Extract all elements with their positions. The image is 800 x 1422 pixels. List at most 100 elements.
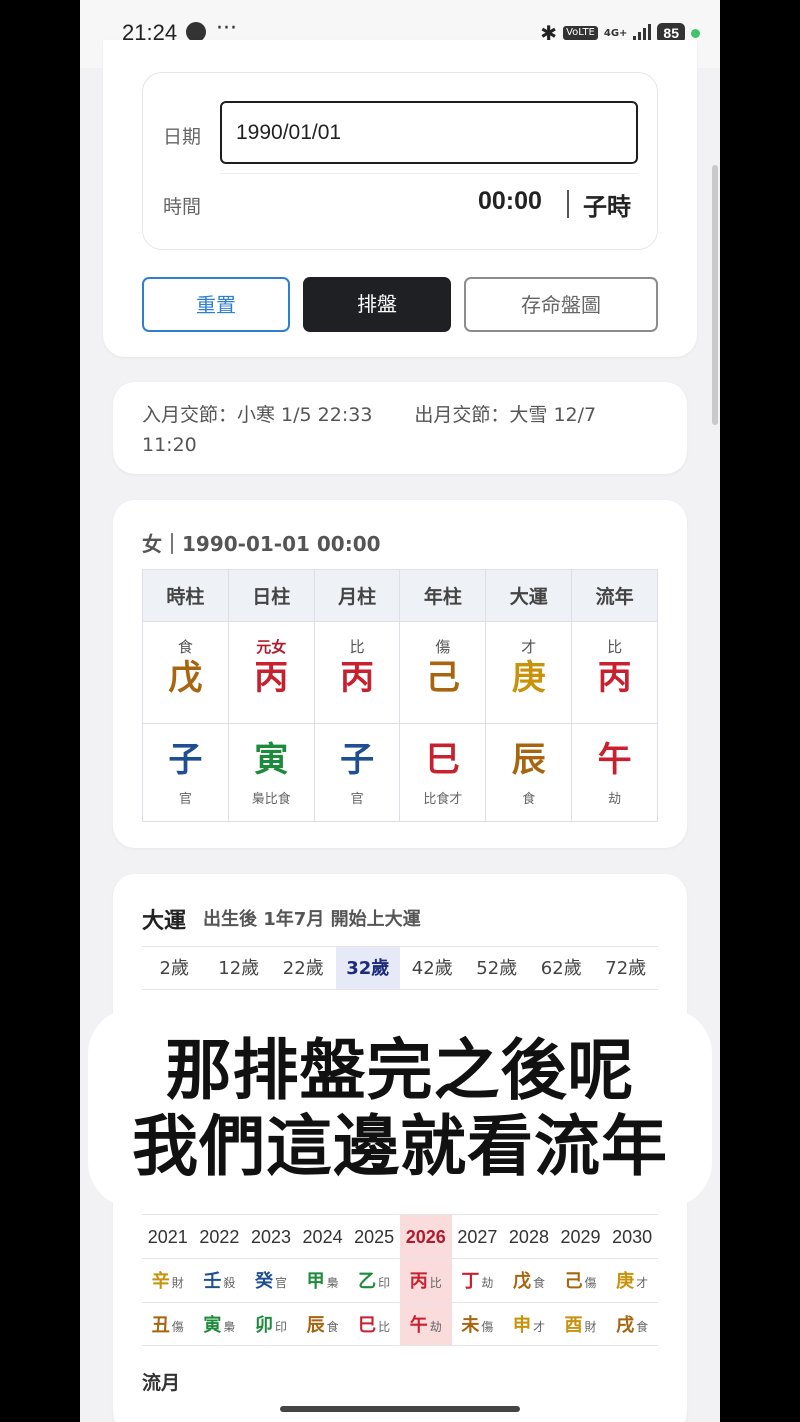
scrollbar[interactable] (712, 165, 718, 425)
year-cell[interactable]: 2029 (555, 1215, 607, 1258)
chart-header: 女｜1990-01-01 00:00 (142, 532, 381, 556)
year-cell[interactable]: 2024 (297, 1215, 349, 1258)
hidden-stems: 食 (522, 792, 536, 807)
year-branch-cell-current: 午劫 (399, 1303, 452, 1345)
reset-button[interactable]: 重置 (142, 277, 290, 332)
stem-cell: 食戊 (142, 621, 229, 724)
column-header: 大運 (485, 569, 573, 622)
liuyue-title: 流月 (142, 1372, 181, 1394)
earthly-branch: 子 (168, 740, 203, 780)
earthly-branch: 辰 (511, 740, 546, 780)
volte-icon: VoLTE (563, 26, 598, 40)
column-header: 流年 (571, 569, 658, 622)
year-stem-cell: 丁劫 (461, 1271, 494, 1291)
heavenly-stem: 己 (425, 658, 460, 698)
year-cell[interactable]: 2025 (348, 1215, 400, 1258)
column-header: 日柱 (227, 569, 315, 622)
day-master-label: 元女 (256, 638, 287, 656)
time-label: 時間 (163, 196, 202, 218)
branch-cell: 巳比食才 (399, 723, 487, 822)
year-stem-cell: 乙印 (358, 1271, 391, 1291)
liunian-table: 2021 2022 2023 2024 2025 2026 2027 2028 … (142, 1214, 658, 1346)
hidden-stems: 比食才 (423, 792, 463, 807)
hidden-stems: 官 (350, 792, 364, 807)
age-tab[interactable]: 62歲 (529, 947, 594, 989)
heavenly-stem: 庚 (511, 658, 546, 698)
home-indicator[interactable] (280, 1406, 520, 1412)
branch-cell: 寅梟比食 (227, 723, 315, 822)
year-stem-row: 辛財 壬殺 癸官 甲梟 乙印 丙比 丁劫 戊食 己傷 庚才 (142, 1258, 658, 1302)
year-cell[interactable]: 2027 (452, 1215, 504, 1258)
earthly-branch: 寅 (254, 740, 289, 780)
dayun-title: 大運 (142, 909, 187, 934)
column-header: 年柱 (399, 569, 487, 622)
branch-cell: 辰食 (485, 723, 573, 822)
year-branch-cell: 未傷 (461, 1315, 494, 1335)
year-stem-cell: 戊食 (512, 1271, 545, 1291)
heavenly-stem: 丙 (340, 658, 375, 698)
video-caption: 那排盤完之後呢 我們這邊就看流年 (88, 1033, 712, 1185)
dayun-age-tabs: 2歲 12歲 22歲 32歲 42歲 52歲 62歲 72歲 (142, 946, 658, 990)
hidden-stems: 劫 (608, 792, 622, 807)
caption-line: 我們這邊就看流年 (132, 1108, 668, 1185)
time-hour-value[interactable]: 子時 (583, 187, 631, 222)
stem-cell: 比丙 (571, 621, 658, 724)
year-stem-cell: 癸官 (254, 1271, 287, 1291)
time-value[interactable]: 00:00 (478, 187, 542, 216)
heavenly-stem: 戊 (168, 658, 203, 698)
privacy-indicator-icon (691, 28, 700, 38)
bazi-table: 時柱 日柱 月柱 年柱 大運 流年 食戊 元女丙 比丙 傷己 才庚 比丙 子官 … (142, 569, 658, 822)
branch-cell: 子官 (313, 723, 401, 822)
age-tab[interactable]: 72歲 (594, 947, 659, 989)
earthly-branch: 巳 (425, 740, 460, 780)
year-stem-cell: 辛財 (151, 1271, 184, 1291)
branch-cell: 子官 (142, 723, 229, 822)
age-tab[interactable]: 52歲 (465, 947, 530, 989)
year-stem-cell: 壬殺 (203, 1271, 236, 1291)
save-chart-button[interactable]: 存命盤圖 (464, 277, 658, 332)
dayun-subtitle: 出生後 1年7月 開始上大運 (203, 909, 421, 930)
year-branch-cell: 卯印 (254, 1315, 287, 1335)
age-tab[interactable]: 22歲 (271, 947, 336, 989)
jieqi-info: 入月交節：小寒 1/5 22:33 出月交節：大雪 12/7 11:20 (142, 400, 642, 460)
clock-icon (186, 22, 206, 42)
year-cell[interactable]: 2021 (142, 1215, 194, 1258)
age-tab[interactable]: 12歲 (207, 947, 272, 989)
year-branch-cell: 戌食 (616, 1315, 649, 1335)
column-header: 時柱 (142, 569, 229, 622)
heavenly-stem: 丙 (597, 658, 632, 698)
ten-god: 食 (177, 638, 193, 656)
ten-god: 傷 (435, 638, 451, 656)
age-tab-selected[interactable]: 32歲 (335, 947, 400, 989)
year-stem-cell: 庚才 (616, 1271, 649, 1291)
year-cell-current[interactable]: 2026 (399, 1215, 452, 1258)
enter-jieqi: 入月交節：小寒 1/5 22:33 (142, 404, 373, 426)
ten-god: 比 (349, 638, 365, 656)
network-label: 4G+ (603, 27, 628, 39)
app-screen: 21:24 ··· ✱ VoLTE 4G+ 85 日期 1990/01/01 時… (80, 0, 720, 1422)
age-tab[interactable]: 42歲 (400, 947, 465, 989)
year-cell[interactable]: 2028 (503, 1215, 555, 1258)
year-branch-cell: 辰食 (306, 1315, 339, 1335)
column-header: 月柱 (313, 569, 401, 622)
divider (220, 173, 638, 174)
hidden-stems: 梟比食 (251, 792, 291, 807)
age-tab[interactable]: 2歲 (142, 947, 207, 989)
exit-jieqi: 出月交節：大雪 12/7 (414, 404, 597, 426)
year-branch-row: 丑傷 寅梟 卯印 辰食 巳比 午劫 未傷 申才 酉財 戌食 (142, 1302, 658, 1346)
heavenly-stem: 丙 (254, 658, 289, 698)
year-row: 2021 2022 2023 2024 2025 2026 2027 2028 … (142, 1214, 658, 1258)
year-stem-cell-current: 丙比 (399, 1259, 452, 1302)
year-cell[interactable]: 2023 (245, 1215, 297, 1258)
year-branch-cell: 酉財 (564, 1315, 597, 1335)
stem-cell: 傷己 (399, 621, 487, 724)
date-input[interactable]: 1990/01/01 (220, 101, 638, 164)
stem-cell: 比丙 (313, 621, 401, 724)
year-branch-cell: 巳比 (358, 1315, 391, 1335)
year-cell[interactable]: 2022 (194, 1215, 246, 1258)
more-notifications-icon: ··· (216, 16, 237, 41)
ten-god: 比 (607, 638, 623, 656)
year-cell[interactable]: 2030 (606, 1215, 658, 1258)
pan-button[interactable]: 排盤 (303, 277, 451, 332)
stem-cell: 才庚 (485, 621, 573, 724)
